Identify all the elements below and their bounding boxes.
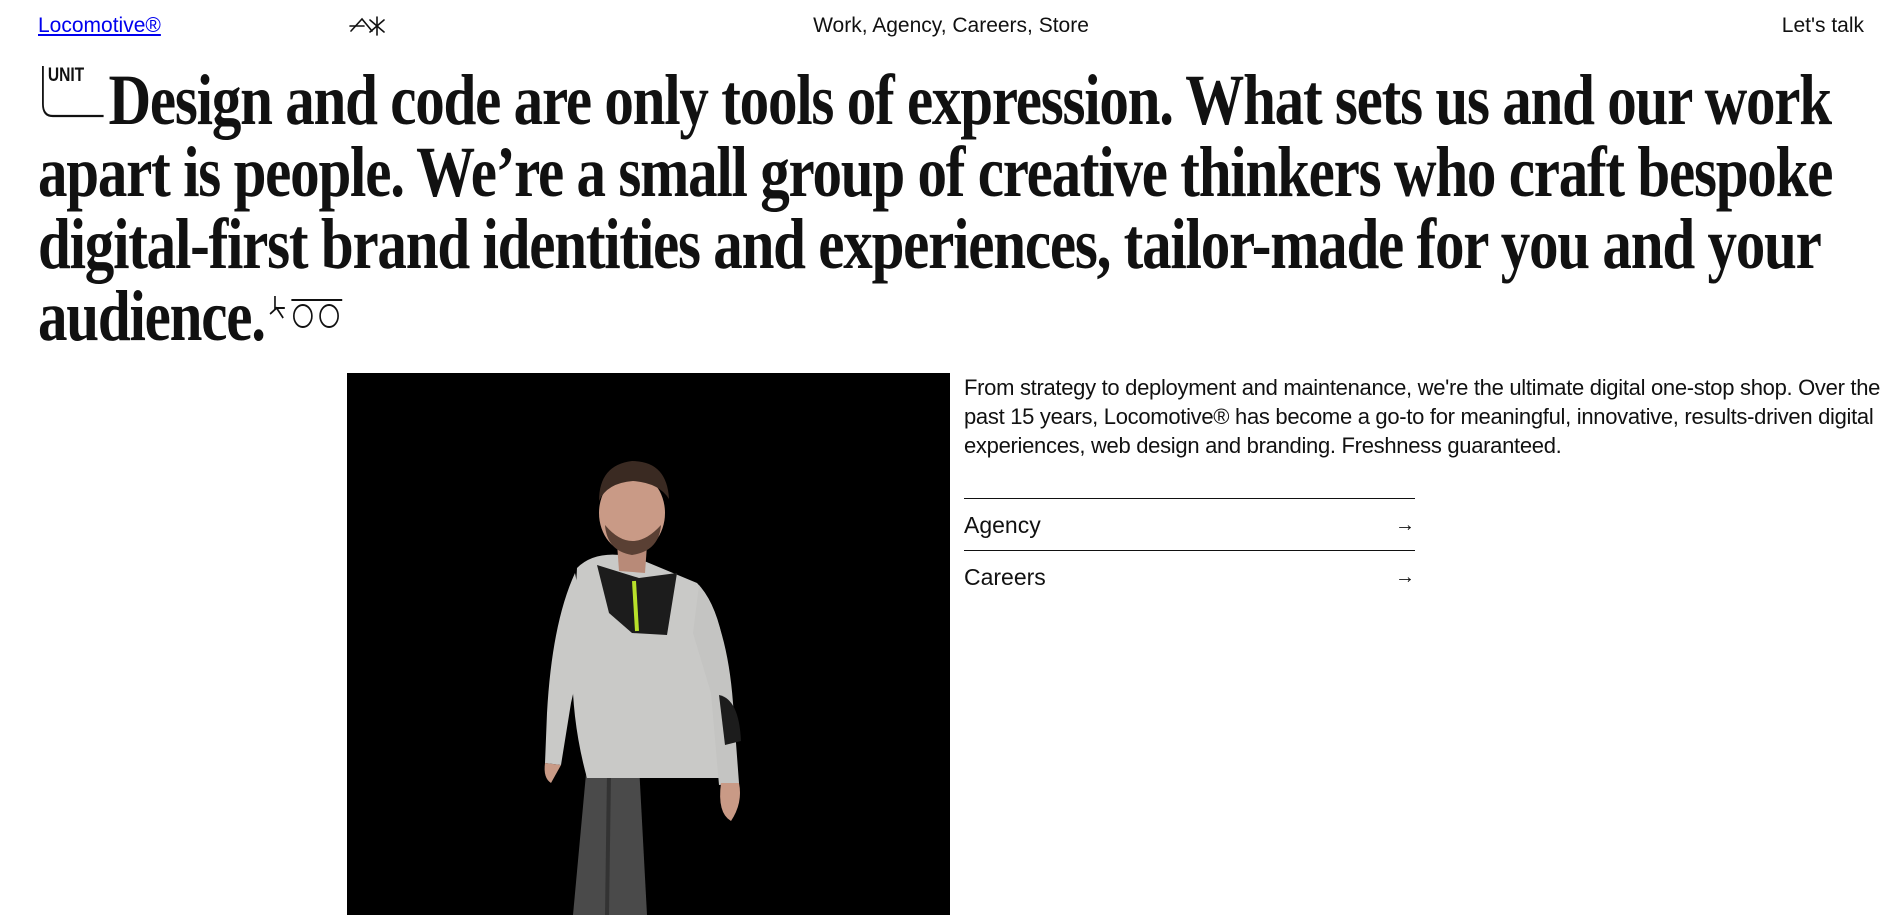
page: Locomotive® Work, Agency, Careers, Store…: [0, 0, 1902, 915]
main-nav: Work, Agency, Careers, Store: [813, 12, 1089, 40]
careers-link-label: Careers: [964, 564, 1046, 590]
intro-paragraph: From strategy to deployment and maintena…: [964, 375, 1881, 458]
unit-badge: UNIT: [38, 64, 105, 126]
lets-talk-link[interactable]: Let's talk: [1782, 12, 1864, 40]
locomotive-glyph-icon: [348, 14, 388, 36]
unit-glyph-icon: [268, 274, 347, 346]
arrow-right-icon: →: [1395, 566, 1415, 588]
agency-link-label: Agency: [964, 512, 1041, 538]
arrow-right-icon: →: [1395, 514, 1415, 536]
site-header: Locomotive® Work, Agency, Careers, Store…: [38, 12, 1864, 40]
person-walking-image: [347, 373, 950, 915]
careers-link[interactable]: Careers →: [964, 550, 1415, 602]
logo-link[interactable]: Locomotive®: [38, 12, 161, 40]
section-links: Agency → Careers →: [964, 498, 1415, 602]
agency-link[interactable]: Agency →: [964, 498, 1415, 550]
headline: UNIT Design and code are only tools of ex…: [38, 64, 1858, 352]
unit-badge-label: UNIT: [47, 65, 85, 86]
nav-links[interactable]: Work, Agency, Careers, Store: [813, 14, 1089, 37]
